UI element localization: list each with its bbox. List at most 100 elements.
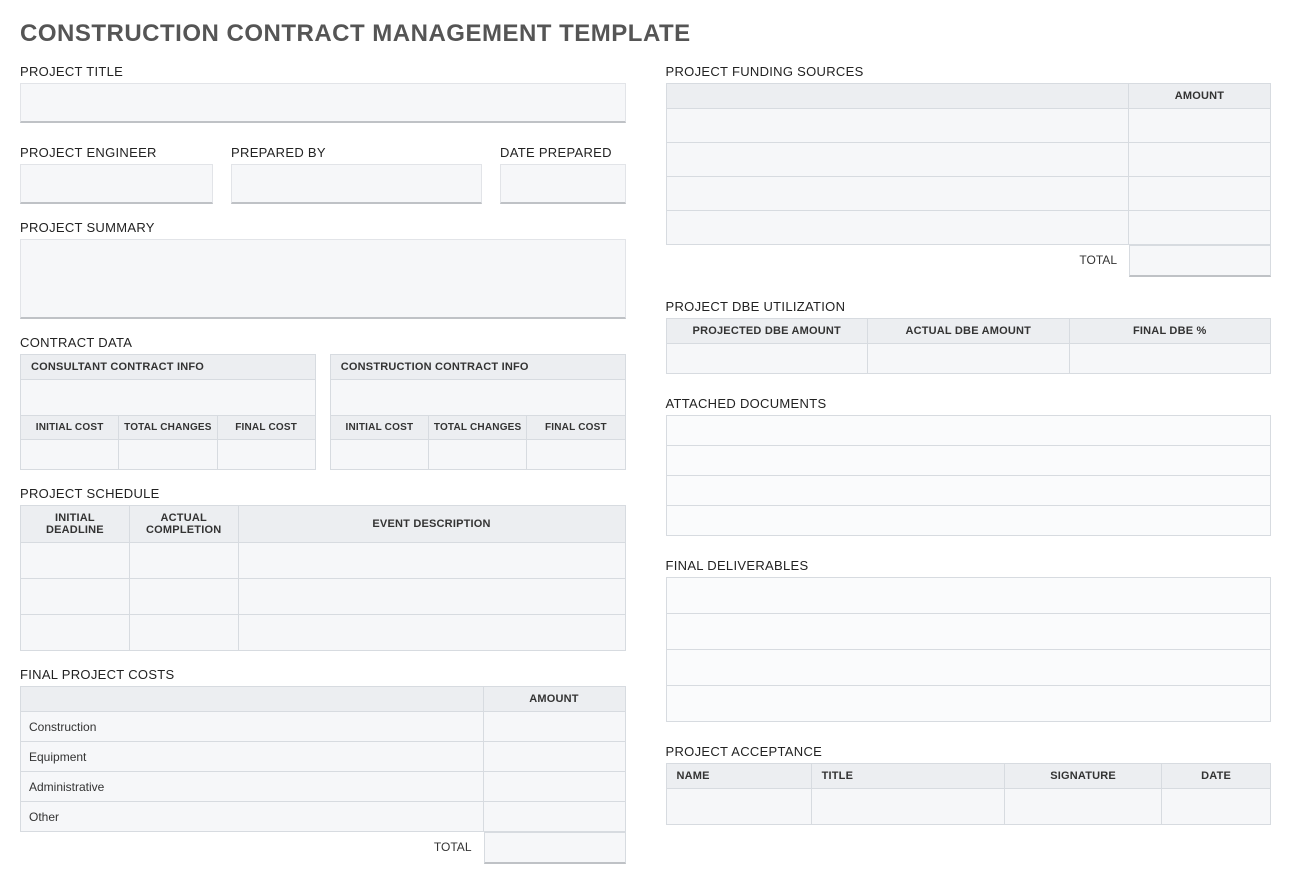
cost-label-cell: Construction	[21, 712, 484, 742]
doc-cell[interactable]	[666, 446, 1271, 476]
funding-amount-cell[interactable]	[1129, 211, 1271, 245]
documents-table	[666, 415, 1272, 536]
deliv-cell[interactable]	[666, 650, 1271, 686]
dbe-pct-cell[interactable]	[1069, 344, 1271, 374]
doc-cell[interactable]	[666, 506, 1271, 536]
sched-actual-cell[interactable]	[129, 579, 238, 615]
prepared-by-input[interactable]	[231, 164, 482, 204]
documents-label: ATTACHED DOCUMENTS	[666, 396, 1272, 411]
sched-initial-hdr: INITIAL DEADLINE	[21, 506, 130, 543]
funding-amount-cell[interactable]	[1129, 177, 1271, 211]
cost-amount-cell[interactable]	[483, 712, 625, 742]
sched-initial-cell[interactable]	[21, 543, 130, 579]
acc-title-cell[interactable]	[811, 789, 1004, 825]
acc-sig-cell[interactable]	[1005, 789, 1162, 825]
funding-source-cell[interactable]	[666, 177, 1129, 211]
summary-label: PROJECT SUMMARY	[20, 220, 626, 235]
cost-row: Other	[21, 802, 626, 832]
sched-event-cell[interactable]	[238, 615, 625, 651]
date-prepared-label: DATE PREPARED	[500, 145, 625, 160]
deliv-row	[666, 650, 1271, 686]
sched-event-cell[interactable]	[238, 579, 625, 615]
doc-row	[666, 476, 1271, 506]
summary-input[interactable]	[20, 239, 626, 319]
final-costs-table: AMOUNT Construction Equipment Administra…	[20, 686, 626, 832]
funding-amount-hdr: AMOUNT	[1129, 84, 1271, 109]
page-title: CONSTRUCTION CONTRACT MANAGEMENT TEMPLAT…	[20, 20, 1271, 48]
funding-total-label: TOTAL	[666, 245, 1130, 277]
consultant-initial-cost-hdr: INITIAL COST	[21, 416, 119, 440]
doc-cell[interactable]	[666, 416, 1271, 446]
construction-header: CONSTRUCTION CONTRACT INFO	[330, 355, 625, 380]
construction-total-changes-hdr: TOTAL CHANGES	[429, 416, 527, 440]
sched-initial-cell[interactable]	[21, 579, 130, 615]
date-prepared-input[interactable]	[500, 164, 625, 204]
dbe-pct-hdr: FINAL DBE %	[1069, 319, 1271, 344]
deliverables-label: FINAL DELIVERABLES	[666, 558, 1272, 573]
project-title-input[interactable]	[20, 83, 626, 123]
funding-source-cell[interactable]	[666, 211, 1129, 245]
consultant-total-changes-cell[interactable]	[119, 440, 217, 470]
sched-actual-cell[interactable]	[129, 543, 238, 579]
final-costs-amount-hdr: AMOUNT	[483, 687, 625, 712]
schedule-row	[21, 543, 626, 579]
doc-cell[interactable]	[666, 476, 1271, 506]
sched-initial-cell[interactable]	[21, 615, 130, 651]
consultant-header: CONSULTANT CONTRACT INFO	[21, 355, 316, 380]
dbe-actual-hdr: ACTUAL DBE AMOUNT	[868, 319, 1070, 344]
schedule-label: PROJECT SCHEDULE	[20, 486, 626, 501]
cost-row: Construction	[21, 712, 626, 742]
sched-actual-cell[interactable]	[129, 615, 238, 651]
funding-source-cell[interactable]	[666, 109, 1129, 143]
construction-initial-cost-hdr: INITIAL COST	[330, 416, 428, 440]
construction-initial-cost-cell[interactable]	[330, 440, 428, 470]
deliv-cell[interactable]	[666, 614, 1271, 650]
dbe-table: PROJECTED DBE AMOUNT ACTUAL DBE AMOUNT F…	[666, 318, 1272, 374]
funding-source-cell[interactable]	[666, 143, 1129, 177]
engineer-input[interactable]	[20, 164, 213, 204]
acc-name-cell[interactable]	[666, 789, 811, 825]
cost-row: Administrative	[21, 772, 626, 802]
consultant-final-cost-cell[interactable]	[217, 440, 315, 470]
cost-row: Equipment	[21, 742, 626, 772]
deliv-row	[666, 578, 1271, 614]
funding-row	[666, 211, 1271, 245]
funding-total-cell[interactable]	[1129, 245, 1271, 277]
cost-label-cell: Other	[21, 802, 484, 832]
construction-total-changes-cell[interactable]	[429, 440, 527, 470]
construction-final-cost-hdr: FINAL COST	[527, 416, 625, 440]
acceptance-label: PROJECT ACCEPTANCE	[666, 744, 1272, 759]
final-costs-total-cell[interactable]	[484, 832, 626, 864]
sched-event-cell[interactable]	[238, 543, 625, 579]
dbe-proj-cell[interactable]	[666, 344, 868, 374]
cost-amount-cell[interactable]	[483, 772, 625, 802]
deliv-cell[interactable]	[666, 578, 1271, 614]
sched-actual-hdr: ACTUAL COMPLETION	[129, 506, 238, 543]
acc-date-hdr: DATE	[1162, 764, 1271, 789]
cost-amount-cell[interactable]	[483, 742, 625, 772]
acceptance-table: NAME TITLE SIGNATURE DATE	[666, 763, 1272, 825]
consultant-initial-cost-cell[interactable]	[21, 440, 119, 470]
deliv-row	[666, 614, 1271, 650]
acc-date-cell[interactable]	[1162, 789, 1271, 825]
dbe-actual-cell[interactable]	[868, 344, 1070, 374]
construction-info-cell[interactable]	[330, 380, 625, 416]
construction-final-cost-cell[interactable]	[527, 440, 625, 470]
consultant-info-cell[interactable]	[21, 380, 316, 416]
acc-title-hdr: TITLE	[811, 764, 1004, 789]
cost-amount-cell[interactable]	[483, 802, 625, 832]
schedule-row	[21, 615, 626, 651]
deliverables-table	[666, 577, 1272, 722]
deliv-cell[interactable]	[666, 686, 1271, 722]
consultant-table: CONSULTANT CONTRACT INFO INITIAL COST TO…	[20, 354, 316, 470]
prepared-by-label: PREPARED BY	[231, 145, 482, 160]
funding-label: PROJECT FUNDING SOURCES	[666, 64, 1272, 79]
schedule-table: INITIAL DEADLINE ACTUAL COMPLETION EVENT…	[20, 505, 626, 651]
deliv-row	[666, 686, 1271, 722]
funding-amount-cell[interactable]	[1129, 143, 1271, 177]
funding-amount-cell[interactable]	[1129, 109, 1271, 143]
final-costs-total-label: TOTAL	[20, 832, 484, 864]
funding-row	[666, 109, 1271, 143]
doc-row	[666, 446, 1271, 476]
doc-row	[666, 416, 1271, 446]
